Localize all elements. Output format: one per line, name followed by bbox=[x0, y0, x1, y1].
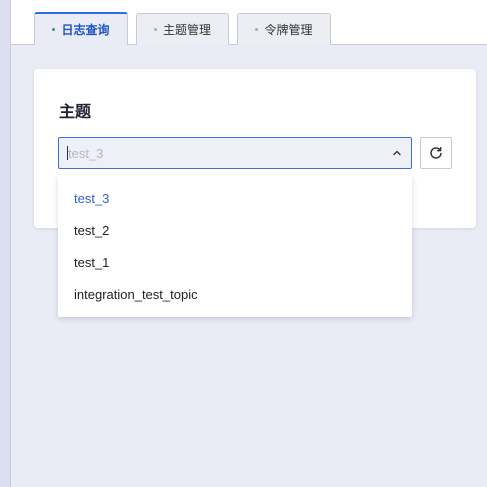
tab-token-management[interactable]: 令牌管理 bbox=[237, 13, 331, 45]
tab-dot-icon bbox=[255, 28, 259, 31]
topic-select-input[interactable] bbox=[68, 143, 368, 163]
tab-label: 主题管理 bbox=[162, 23, 211, 37]
tab-dot-icon bbox=[153, 28, 157, 31]
refresh-button[interactable] bbox=[420, 137, 452, 169]
tab-bar: 日志查询 主题管理 令牌管理 bbox=[11, 0, 487, 45]
dropdown-option[interactable]: integration_test_topic bbox=[58, 278, 412, 310]
tab-label: 日志查询 bbox=[61, 23, 110, 37]
chevron-up-icon[interactable] bbox=[391, 147, 403, 159]
topic-select[interactable] bbox=[58, 137, 412, 169]
tab-topic-management[interactable]: 主题管理 bbox=[136, 13, 229, 45]
dropdown-option[interactable]: test_1 bbox=[58, 246, 412, 278]
card-title: 主题 bbox=[59, 104, 92, 121]
dropdown-option[interactable]: test_3 bbox=[58, 182, 412, 214]
dropdown-option[interactable]: test_2 bbox=[58, 214, 412, 246]
tab-dot-icon bbox=[52, 28, 56, 31]
refresh-icon bbox=[430, 146, 442, 159]
left-rail bbox=[0, 0, 11, 487]
tab-log-query[interactable]: 日志查询 bbox=[34, 12, 128, 45]
topic-dropdown-menu: test_3 test_2 test_1 integration_test_to… bbox=[58, 175, 412, 317]
tab-label: 令牌管理 bbox=[264, 23, 313, 37]
